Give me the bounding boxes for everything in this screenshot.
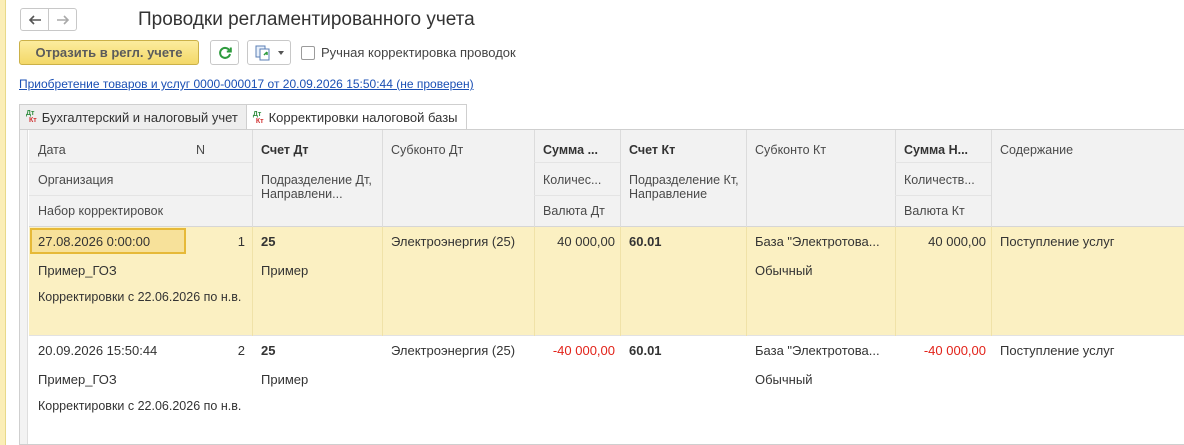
cell-account-dt[interactable]: 25 <box>261 234 376 249</box>
cell-date[interactable]: 27.08.2026 0:00:00 <box>38 234 178 249</box>
col-date[interactable]: Дата <box>38 143 178 157</box>
col-adjustment-set[interactable]: Набор корректировок <box>38 204 238 218</box>
back-button[interactable] <box>20 8 49 31</box>
cell-organization[interactable]: Пример_ГОЗ <box>38 263 238 278</box>
arrow-left-icon <box>28 14 41 25</box>
col-content[interactable]: Содержание <box>1000 143 1170 157</box>
col-subdivision-dt[interactable]: Подразделение Дт, Направлени... <box>261 173 377 203</box>
cell-subconto-dt[interactable]: Электроэнергия (25) <box>391 234 529 249</box>
refresh-icon <box>218 46 232 59</box>
cell-content[interactable]: Поступление услуг <box>1000 343 1180 358</box>
tab-tax-adjustments-label: Корректировки налоговой базы <box>268 110 458 125</box>
cell-date[interactable]: 20.09.2026 15:50:44 <box>38 343 178 358</box>
cell-n[interactable]: 2 <box>189 343 245 358</box>
cell-subconto-kt-2[interactable]: Обычный <box>755 263 889 278</box>
cell-sum-kt[interactable]: 40 000,00 <box>897 234 986 249</box>
col-sum-dt[interactable]: Сумма ... <box>543 143 615 157</box>
col-subconto-kt[interactable]: Субконто Кт <box>755 143 889 157</box>
cell-subconto-kt[interactable]: База "Электротова... <box>755 234 889 249</box>
tab-bar: Дт Кт Бухгалтерский и налоговый учет Дт Кт… <box>19 104 467 130</box>
chevron-down-icon <box>277 50 284 55</box>
col-organization[interactable]: Организация <box>38 173 238 187</box>
post-button[interactable]: Отразить в регл. учете <box>19 40 199 65</box>
generate-menu-button[interactable] <box>247 40 291 65</box>
tab-tax-adjustments[interactable]: Дт Кт Корректировки налоговой базы <box>245 104 467 130</box>
col-subdivision-kt[interactable]: Подразделение Кт, Направление <box>629 173 741 203</box>
refresh-button[interactable] <box>210 40 239 65</box>
table-header: Дата N Счет Дт Субконто Дт Сумма ... Сче… <box>29 130 1184 227</box>
manual-edit-label: Ручная корректировка проводок <box>321 45 516 60</box>
dt-kt-icon: Дт Кт <box>252 110 264 125</box>
cell-n[interactable]: 1 <box>189 234 245 249</box>
arrow-right-icon <box>56 14 69 25</box>
cell-adjustment-set[interactable]: Корректировки с 22.06.2026 по н.в. <box>38 399 243 413</box>
cell-subdivision-dt[interactable]: Пример <box>261 372 376 387</box>
cell-sum-dt[interactable]: -40 000,00 <box>536 343 615 358</box>
col-currency-kt[interactable]: Валюта Кт <box>904 204 986 218</box>
table-row[interactable]: 20.09.2026 15:50:44 2 25 Электроэнергия … <box>29 336 1184 444</box>
cell-content[interactable]: Поступление услуг <box>1000 234 1180 249</box>
entries-grid: Дата N Счет Дт Субконто Дт Сумма ... Сче… <box>29 130 1184 444</box>
col-sum-kt[interactable]: Сумма Н... <box>904 143 986 157</box>
tab-accounting[interactable]: Дт Кт Бухгалтерский и налоговый учет <box>19 104 247 129</box>
page-title: Проводки регламентированного учета <box>138 9 475 30</box>
col-currency-dt[interactable]: Валюта Дт <box>543 204 615 218</box>
cell-account-dt[interactable]: 25 <box>261 343 376 358</box>
col-quantity-kt[interactable]: Количеств... <box>904 173 986 187</box>
col-account-kt[interactable]: Счет Кт <box>629 143 741 157</box>
documents-icon <box>255 45 269 60</box>
navigation-buttons <box>20 8 77 32</box>
cell-account-kt[interactable]: 60.01 <box>629 343 741 358</box>
window-edge <box>0 0 6 445</box>
cell-adjustment-set[interactable]: Корректировки с 22.06.2026 по н.в. <box>38 290 243 304</box>
col-account-dt[interactable]: Счет Дт <box>261 143 376 157</box>
manual-edit-toggle[interactable]: Ручная корректировка проводок <box>301 45 516 60</box>
document-link[interactable]: Приобретение товаров и услуг 0000-000017… <box>19 77 474 91</box>
col-n[interactable]: N <box>196 143 236 157</box>
col-subconto-dt[interactable]: Субконто Дт <box>391 143 529 157</box>
dt-kt-icon: Дт Кт <box>26 110 37 124</box>
cell-subconto-kt[interactable]: База "Электротова... <box>755 343 889 358</box>
cell-organization[interactable]: Пример_ГОЗ <box>38 372 238 387</box>
col-quantity-dt[interactable]: Количес... <box>543 173 615 187</box>
cell-sum-dt[interactable]: 40 000,00 <box>536 234 615 249</box>
cell-subdivision-dt[interactable]: Пример <box>261 263 376 278</box>
cell-account-kt[interactable]: 60.01 <box>629 234 741 249</box>
table-row[interactable]: 27.08.2026 0:00:00 1 25 Электроэнергия (… <box>29 227 1184 336</box>
table-margin <box>20 130 28 444</box>
cell-sum-kt[interactable]: -40 000,00 <box>897 343 986 358</box>
manual-edit-checkbox[interactable] <box>301 45 315 60</box>
cell-subconto-dt[interactable]: Электроэнергия (25) <box>391 343 529 358</box>
forward-button[interactable] <box>48 8 77 31</box>
entries-table: Дата N Счет Дт Субконто Дт Сумма ... Сче… <box>19 129 1184 445</box>
tab-accounting-label: Бухгалтерский и налоговый учет <box>41 109 238 125</box>
cell-subconto-kt-2[interactable]: Обычный <box>755 372 889 387</box>
